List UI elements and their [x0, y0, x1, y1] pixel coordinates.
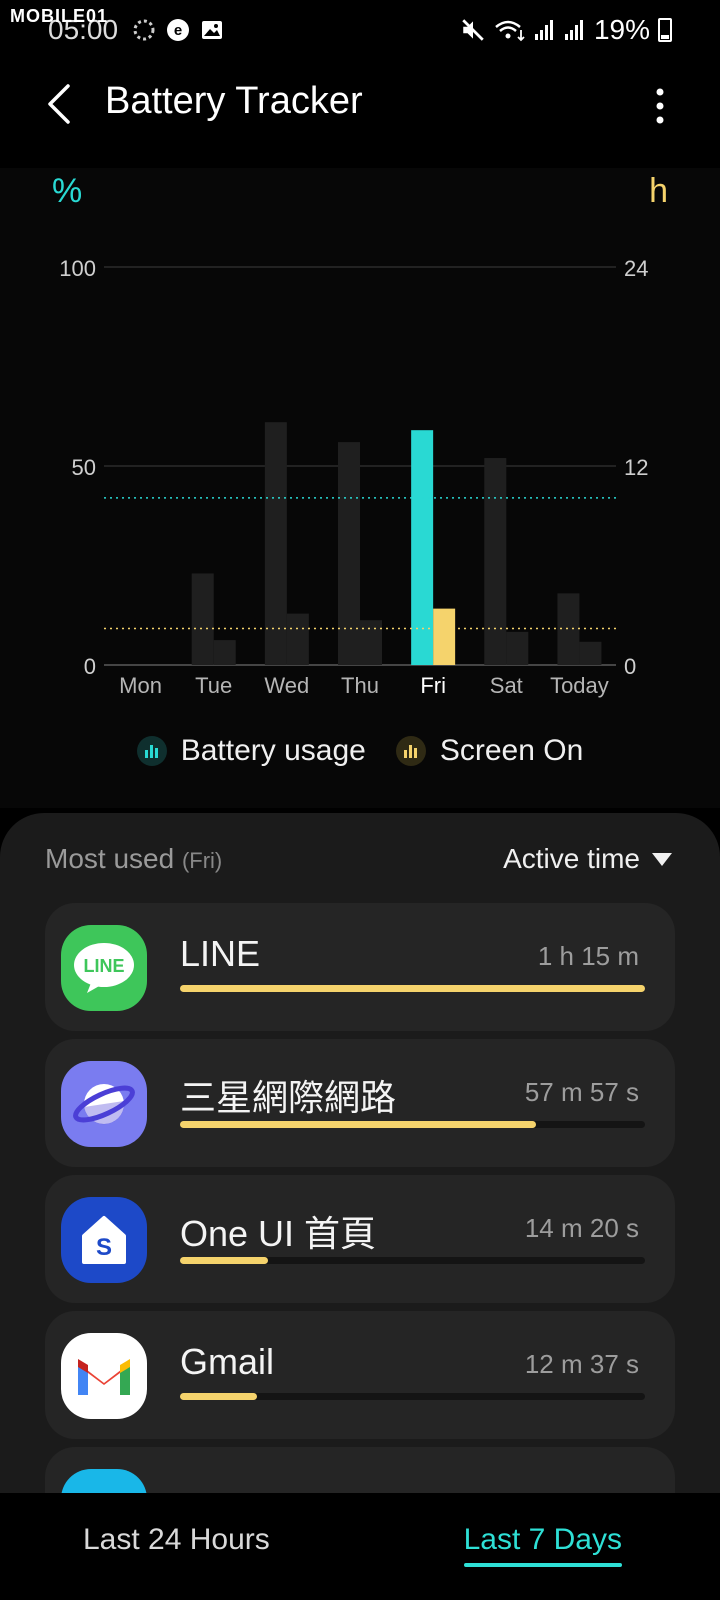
usage-bar [180, 985, 645, 992]
x-tick-label: Thu [341, 673, 379, 698]
legend-battery-usage-label: Battery usage [180, 734, 366, 767]
samsung-internet-icon [61, 1061, 147, 1147]
screen-on-bar [506, 631, 529, 665]
battery-icon [658, 18, 672, 42]
period-tabs: Last 24 Hours Last 7 Days [0, 1493, 720, 1600]
left-tick-label: 50 [72, 455, 96, 480]
screen-on-bar [213, 640, 236, 665]
battery-usage-bar [411, 430, 434, 665]
left-tick-label: 0 [84, 654, 96, 679]
gmail-icon [61, 1333, 147, 1419]
usage-bar-fill [180, 985, 645, 992]
svg-text:e: e [174, 22, 182, 39]
app-time: 1 h 15 m [537, 941, 639, 971]
selected-tab-underline [463, 1563, 622, 1567]
usage-bar [180, 1257, 645, 1264]
left-axis-unit: % [52, 172, 83, 210]
x-tick-label: Today [550, 673, 609, 698]
most-used-label: Most used [45, 843, 175, 874]
usage-bar-fill [180, 1257, 269, 1264]
most-used-heading: Most used (Fri) [45, 843, 222, 875]
app-row-gmail[interactable]: Gmail 12 m 37 s [45, 1311, 675, 1439]
sort-label: Active time [503, 843, 640, 874]
right-tick-label: 0 [624, 654, 636, 679]
x-tick-label: Mon [119, 673, 162, 698]
app-time: 14 m 20 s [524, 1213, 639, 1243]
page-title: Battery Tracker [105, 80, 363, 122]
app-row-partial[interactable] [45, 1447, 675, 1493]
line-icon-text: LINE [83, 956, 124, 976]
app-name: LINE [180, 933, 261, 974]
x-tick-label: Fri [420, 673, 446, 698]
battery-usage-legend-icon [136, 736, 167, 766]
battery-chart: 0 50 100 0 12 24 Mon Tue Wed Thu Fri Sat Today [59, 256, 648, 698]
signal-icon [534, 20, 553, 40]
battery-percent: 19% [593, 14, 650, 45]
one-ui-home-icon: S [61, 1197, 147, 1283]
mute-icon [462, 19, 484, 41]
line-app-icon: LINE [61, 925, 147, 1011]
sort-dropdown[interactable]: Active time [503, 843, 672, 875]
gallery-icon [202, 21, 222, 39]
app-row-line[interactable]: LINE LINE 1 h 15 m [45, 903, 675, 1031]
screen-on-bar [360, 620, 382, 665]
one-ui-icon-text: S [96, 1234, 112, 1261]
app-row-samsung-internet[interactable]: 三星網際網路 57 m 57 s [45, 1039, 675, 1167]
app-time: 12 m 37 s [524, 1349, 639, 1379]
wifi-icon [495, 20, 525, 42]
legend-screen-on: Screen On [395, 734, 584, 768]
battery-usage-bar [338, 442, 360, 665]
legend-battery-usage: Battery usage [136, 734, 366, 768]
tab-last-7-days[interactable]: Last 7 Days [463, 1523, 622, 1567]
loading-icon [133, 19, 155, 41]
notification-icons: e [132, 18, 224, 42]
x-tick-label: Wed [264, 673, 309, 698]
battery-usage-bar [484, 458, 507, 665]
tab-last-7-days-label: Last 7 Days [463, 1523, 622, 1556]
right-axis-unit: h [649, 172, 668, 210]
usage-bar-fill [180, 1121, 536, 1128]
battery-usage-bar [264, 422, 287, 665]
usage-bar-fill [180, 1393, 257, 1400]
watermark-logo: MOBILE01 [10, 6, 109, 26]
screen-on-bar [579, 641, 602, 665]
usage-bar [180, 1393, 645, 1400]
partial-app-icon [61, 1469, 147, 1493]
app-name: Gmail [180, 1341, 275, 1382]
legend-screen-on-label: Screen On [439, 734, 584, 767]
app-bar: Battery Tracker [0, 60, 720, 168]
app-name: One UI 首頁 [180, 1213, 377, 1254]
dropdown-triangle-icon [652, 852, 672, 866]
right-tick-label: 12 [624, 455, 648, 480]
most-used-day: (Fri) [181, 848, 223, 873]
screen-on-bar [433, 608, 456, 665]
usage-bar [180, 1121, 645, 1128]
tab-last-24-hours[interactable]: Last 24 Hours [83, 1523, 270, 1557]
status-bar: 05:00 MOBILE01 e 19% [0, 0, 720, 60]
app-name: 三星網際網路 [180, 1077, 397, 1118]
battery-chart-section: 0 50 100 0 12 24 Mon Tue Wed Thu Fri Sat Today % h B… [0, 168, 720, 808]
signal-icon-2 [564, 20, 583, 40]
screen-on-bar [286, 613, 309, 665]
battery-usage-bar [191, 573, 214, 665]
x-tick-label: Tue [195, 673, 232, 698]
left-tick-label: 100 [59, 256, 96, 281]
x-tick-label: Sat [490, 673, 523, 698]
app-time: 57 m 57 s [524, 1077, 639, 1107]
more-options-icon[interactable] [648, 84, 672, 128]
right-tick-label: 24 [624, 256, 648, 281]
back-arrow-icon[interactable] [40, 80, 80, 128]
status-right: 19% [460, 14, 672, 46]
e-app-icon: e [167, 19, 189, 41]
chart-legend: Battery usage Screen On [0, 734, 720, 768]
app-row-one-ui-home[interactable]: S One UI 首頁 14 m 20 s [45, 1175, 675, 1303]
most-used-panel: Most used (Fri) Active time LINE LINE 1 … [0, 813, 720, 1493]
screen-on-legend-icon [395, 736, 426, 766]
